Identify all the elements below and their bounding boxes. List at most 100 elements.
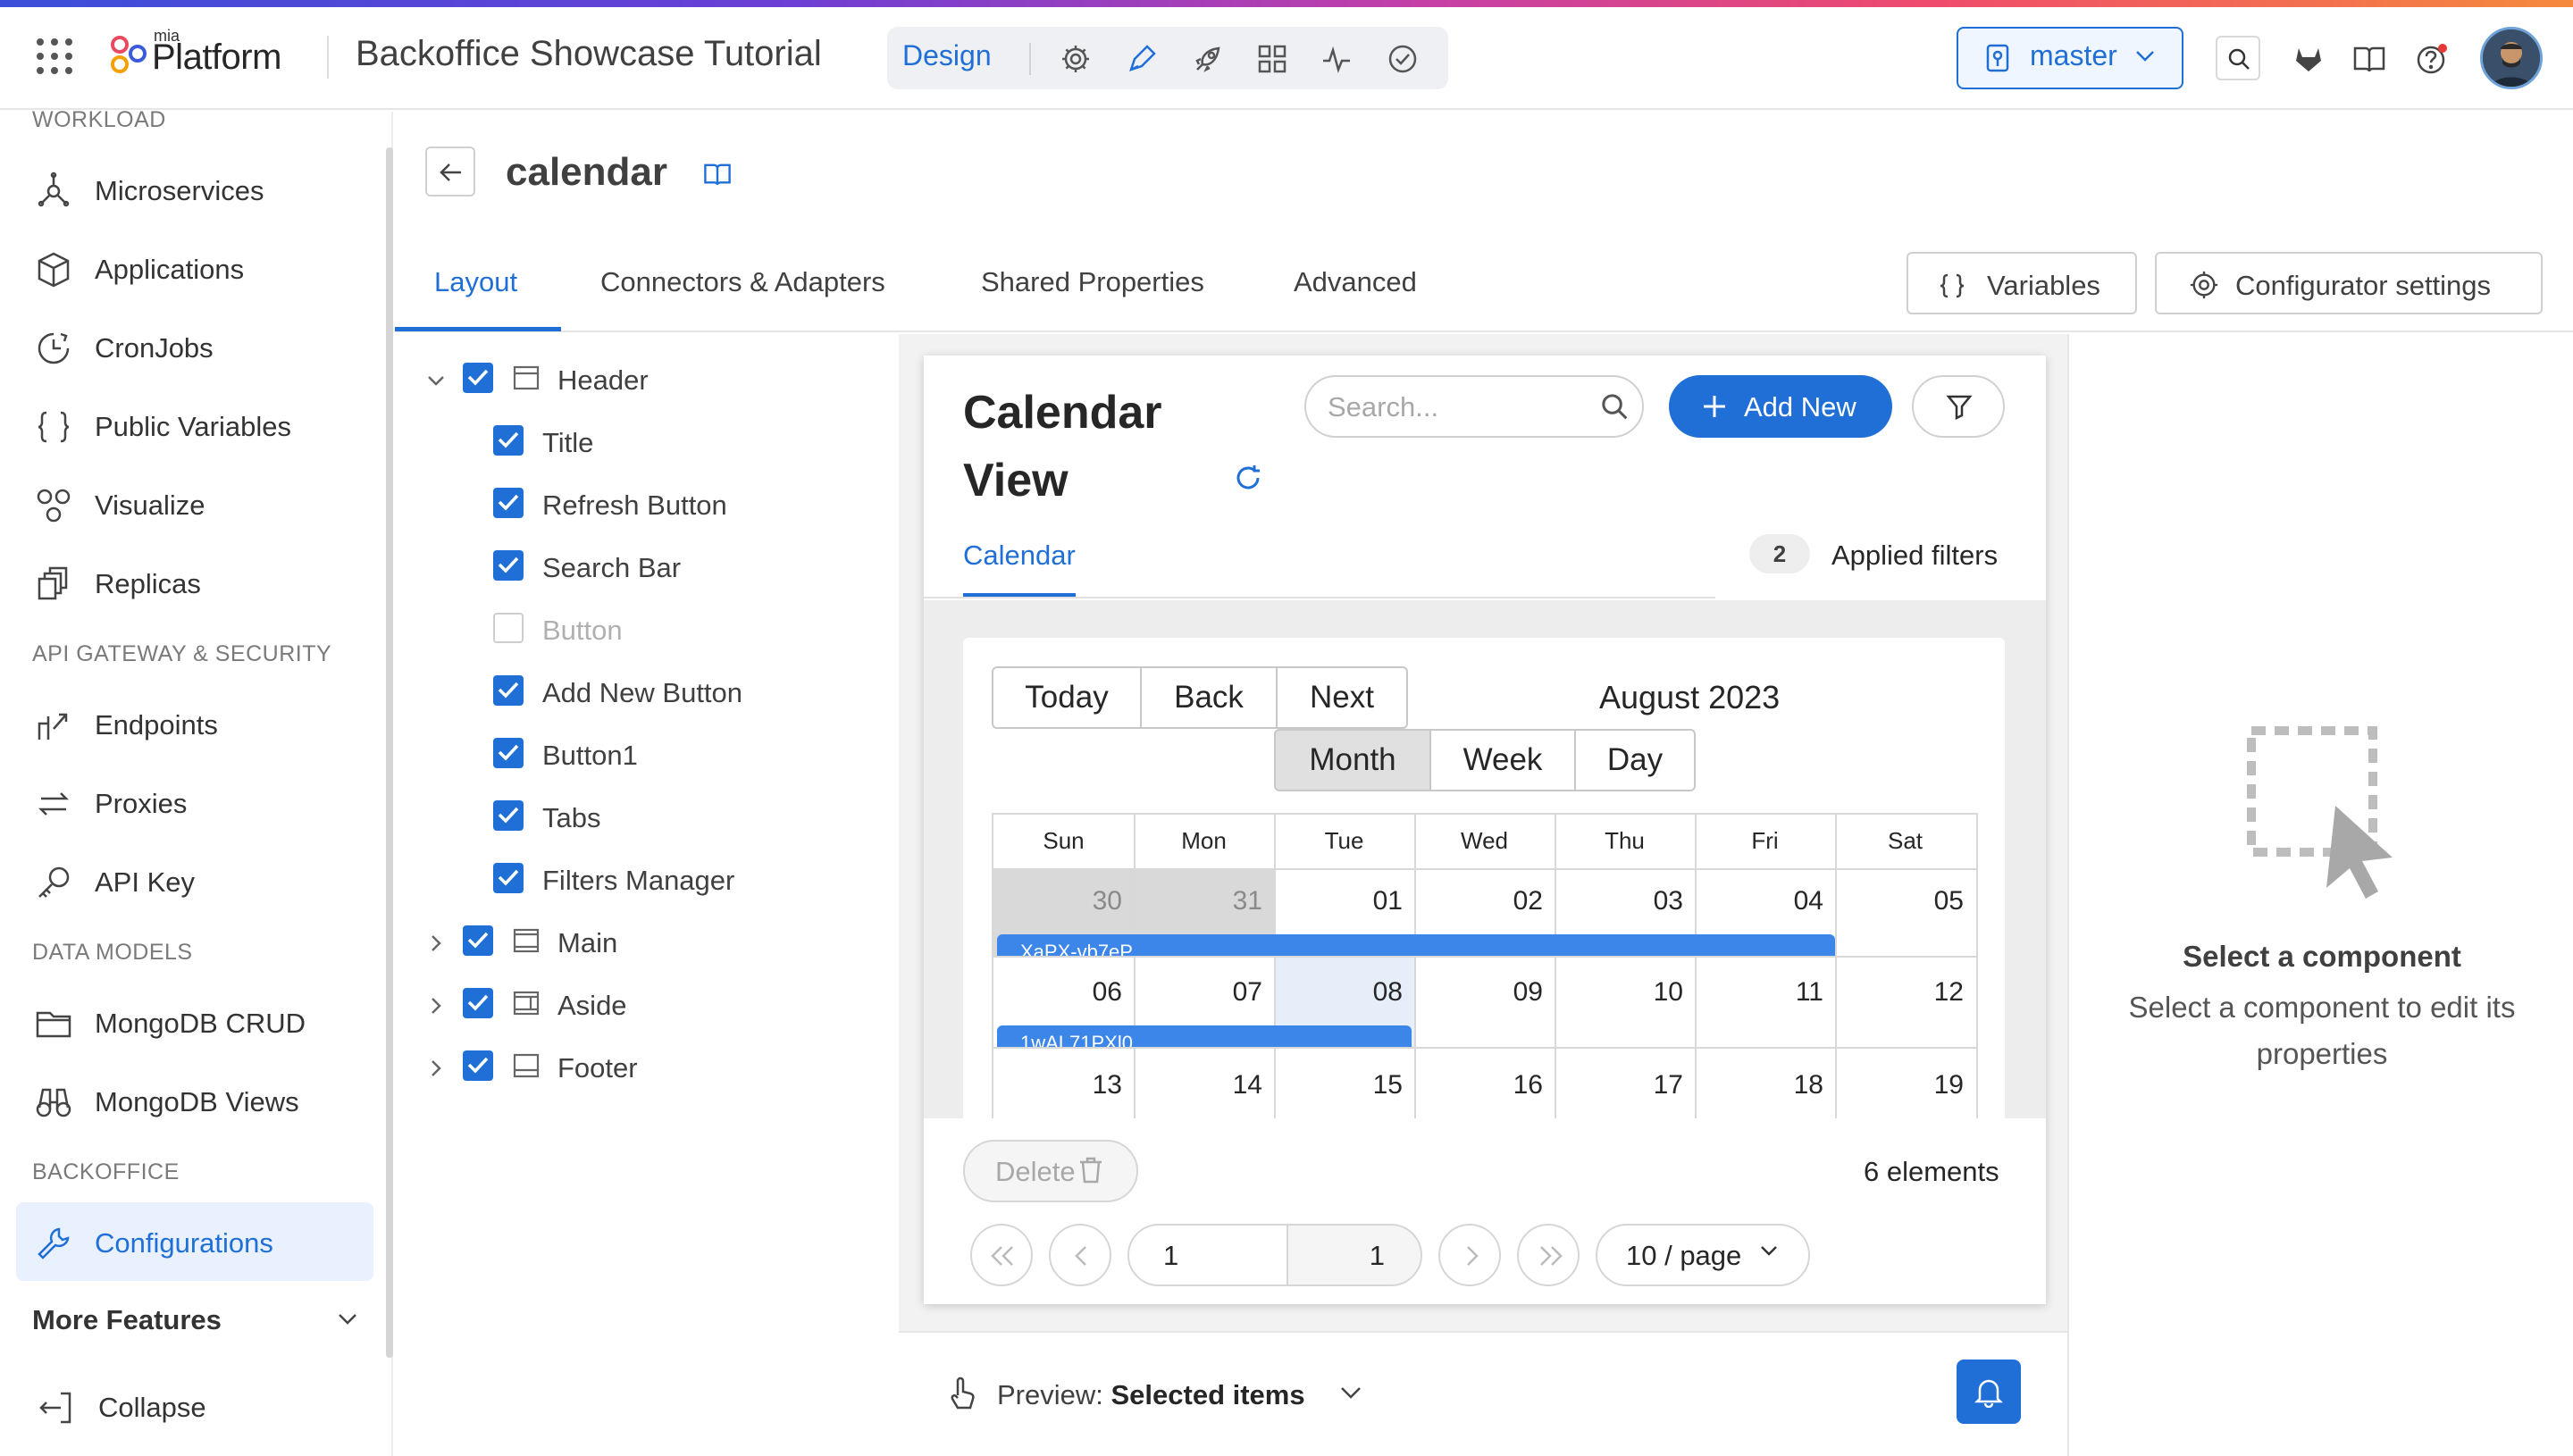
next-page-button[interactable] [1438,1224,1501,1286]
calendar-day[interactable]: 02 [1427,886,1543,916]
tree-checkbox[interactable] [493,550,524,581]
tree-checkbox[interactable] [463,925,493,956]
back-button[interactable] [425,146,475,197]
sidebar-item-mongodb-crud[interactable]: MongoDB CRUD [32,986,372,1058]
calendar-day[interactable]: 14 [1146,1070,1262,1100]
design-mode-tab[interactable]: Design [902,39,992,72]
tree-item-header[interactable]: Header [420,354,884,407]
chevron-down-icon[interactable] [1340,1386,1362,1399]
header-search-button[interactable] [2216,36,2260,80]
filter-button[interactable] [1912,375,2005,438]
sidebar-item-cronjobs[interactable]: CronJobs [32,311,372,382]
tree-checkbox[interactable] [493,863,524,893]
tree-checkbox[interactable] [493,425,524,456]
calendar-day[interactable]: 12 [1848,977,1964,1008]
tab-advanced[interactable]: Advanced [1294,266,1417,298]
project-title[interactable]: Backoffice Showcase Tutorial [356,34,822,74]
variables-button[interactable]: Variables [1907,252,2137,314]
user-avatar[interactable] [2480,27,2543,89]
calendar-day[interactable]: 30 [1006,886,1122,916]
chevron-down-icon[interactable] [427,375,445,386]
tree-item-tabs[interactable]: Tabs [420,791,884,845]
sidebar-item-replicas[interactable]: Replicas [32,547,372,618]
tree-item-search-bar[interactable]: Search Bar [420,541,884,595]
chevron-right-icon[interactable] [431,934,441,952]
tree-item-title[interactable]: Title [420,416,884,470]
tab-shared-properties[interactable]: Shared Properties [981,266,1204,298]
help-icon[interactable] [2414,41,2450,77]
calendar-day[interactable]: 16 [1427,1070,1543,1100]
book-icon[interactable] [2351,41,2387,77]
calendar-day[interactable]: 06 [1006,977,1122,1008]
prev-page-button[interactable] [1049,1224,1111,1286]
calendar-day[interactable]: 19 [1848,1070,1964,1100]
calendar-day[interactable]: 13 [1006,1070,1122,1100]
tree-item-button[interactable]: Button [420,604,884,657]
calendar-day[interactable]: 10 [1567,977,1683,1008]
collapse-button[interactable]: Collapse [98,1392,206,1424]
sidebar-item-mongodb-views[interactable]: MongoDB Views [32,1065,372,1136]
calendar-day[interactable]: 07 [1146,977,1262,1008]
calendar-day[interactable]: 15 [1286,1070,1403,1100]
sidebar-item-proxies[interactable]: Proxies [32,766,372,838]
tree-checkbox[interactable] [493,800,524,831]
page-number-input[interactable]: 1 [1127,1224,1288,1286]
applied-filters-label[interactable]: Applied filters [1831,540,1998,572]
sidebar-item-api-key[interactable]: API Key [32,845,372,916]
tree-item-footer[interactable]: Footer [420,1042,884,1095]
mia-platform-logo[interactable]: mia Platform [107,27,304,80]
sidebar-item-visualize[interactable]: Visualize [32,468,372,540]
calendar-month-view-button[interactable]: Month [1274,729,1431,791]
tree-item-filters-manager[interactable]: Filters Manager [420,854,884,908]
dashboard-grid-icon[interactable] [1256,43,1288,75]
calendar-day[interactable]: 17 [1567,1070,1683,1100]
calendar-event[interactable]: 1wAL71PXl0 [997,1025,1412,1047]
tree-item-add-new-button[interactable]: Add New Button [420,666,884,720]
preview-mode-selector[interactable]: Preview: Selected items [997,1379,1305,1411]
gitlab-icon[interactable] [2291,41,2326,77]
calendar-day[interactable]: 03 [1567,886,1683,916]
sidebar-item-configurations[interactable]: Configurations [32,1206,372,1277]
chevron-right-icon[interactable] [431,1059,441,1077]
tree-checkbox[interactable] [493,675,524,706]
apps-grid-icon[interactable] [36,38,73,75]
sidebar-item-public-variables[interactable]: Public Variables [32,389,372,461]
calendar-back-button[interactable]: Back [1140,666,1278,729]
calendar-day[interactable]: 18 [1707,1070,1823,1100]
tree-checkbox[interactable] [493,488,524,518]
calendar-day[interactable]: 11 [1707,977,1823,1008]
more-features-toggle[interactable]: More Features [32,1304,222,1336]
configurator-settings-button[interactable]: Configurator settings [2155,252,2543,314]
tree-checkbox[interactable] [463,988,493,1018]
tree-checkbox[interactable] [463,363,493,393]
tree-checkbox[interactable] [493,738,524,768]
tree-item-aside[interactable]: Aside [420,979,884,1033]
sidebar-item-applications[interactable]: Applications [32,232,372,304]
tree-item-button1[interactable]: Button1 [420,729,884,782]
tree-item-refresh-button[interactable]: Refresh Button [420,479,884,532]
tree-checkbox[interactable] [463,1050,493,1081]
first-page-button[interactable] [970,1224,1033,1286]
calendar-day[interactable]: 09 [1427,977,1543,1008]
gear-icon[interactable] [1060,43,1092,75]
chevron-right-icon[interactable] [431,997,441,1015]
calendar-day-view-button[interactable]: Day [1574,729,1696,791]
tree-item-main[interactable]: Main [420,916,884,970]
calendar-event[interactable]: XaPX-vb7eP [997,934,1835,956]
rocket-icon[interactable] [1192,43,1224,75]
sidebar-scrollbar[interactable] [386,147,393,1358]
tab-connectors-adapters[interactable]: Connectors & Adapters [600,266,885,298]
calendar-next-button[interactable]: Next [1276,666,1408,729]
tab-layout[interactable]: Layout [434,266,517,298]
calendar-day[interactable]: 05 [1848,886,1964,916]
calendar-day[interactable]: 04 [1707,886,1823,916]
activity-icon[interactable] [1320,43,1353,75]
collapse-icon[interactable] [36,1388,75,1427]
calendar-day[interactable]: 08 [1286,977,1403,1008]
sidebar-item-endpoints[interactable]: Endpoints [32,688,372,759]
tree-checkbox[interactable] [493,613,524,643]
refresh-icon[interactable] [1233,463,1263,493]
calendar-day[interactable]: 01 [1286,886,1403,916]
documentation-icon[interactable] [702,159,733,189]
check-circle-icon[interactable] [1387,43,1419,75]
